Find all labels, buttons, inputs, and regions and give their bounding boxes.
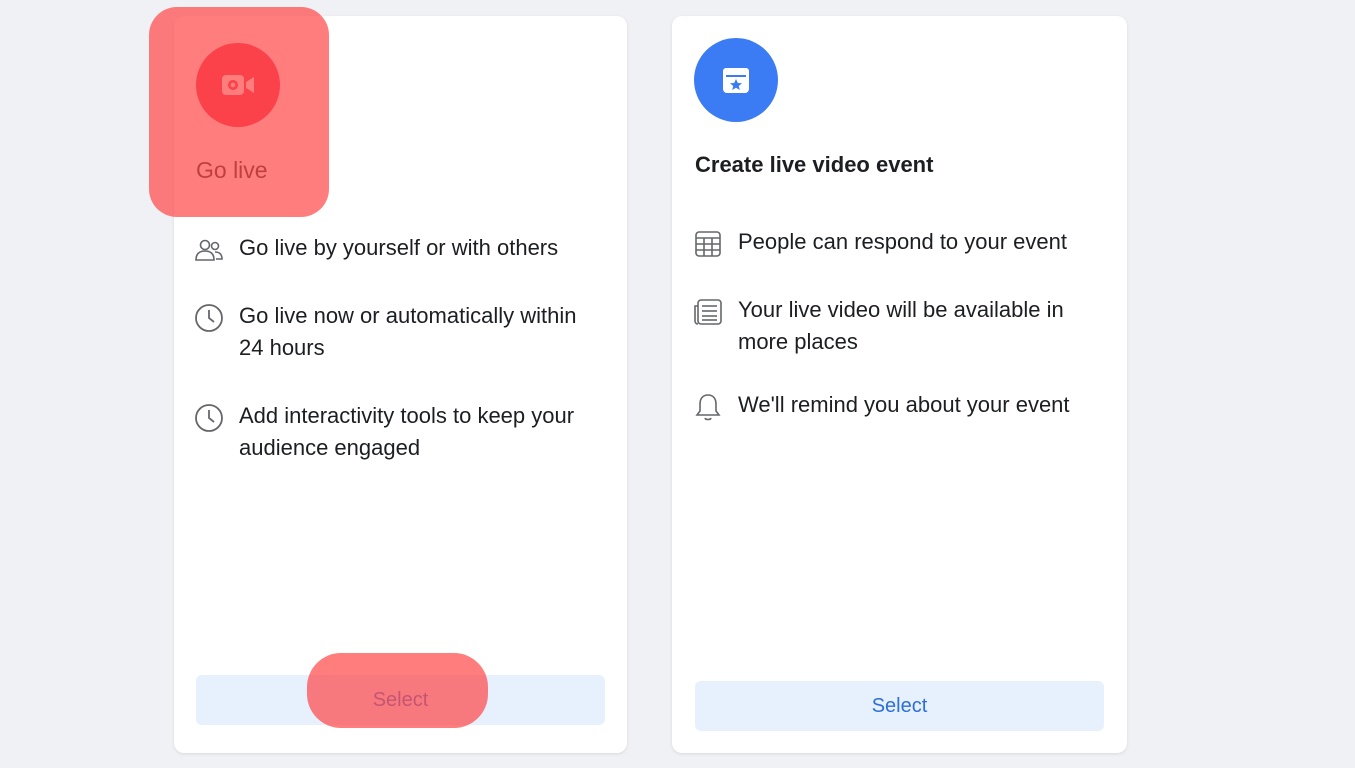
feature-text: Go live now or automatically within 24 h… <box>239 303 577 360</box>
clock-icon <box>194 303 224 333</box>
feature-text: Add interactivity tools to keep your aud… <box>239 403 575 460</box>
live-video-icon <box>196 43 280 127</box>
news-feed-icon <box>693 297 723 327</box>
feature-text: Your live video will be available in mor… <box>738 297 1064 354</box>
live-event-card[interactable]: Create live video event People can respo… <box>672 16 1127 753</box>
clock-icon <box>194 403 224 433</box>
people-icon <box>194 235 224 265</box>
feature-text: Go live by yourself or with others <box>239 235 559 260</box>
list-item: Add interactivity tools to keep your aud… <box>194 403 594 464</box>
go-live-select-button[interactable]: Select <box>196 675 605 725</box>
go-live-title: Go live <box>196 157 268 183</box>
calendar-star-icon <box>694 38 778 122</box>
live-event-select-button[interactable]: Select <box>695 681 1104 731</box>
list-item: Go live now or automatically within 24 h… <box>194 303 594 364</box>
list-item: People can respond to your event <box>693 229 1113 259</box>
list-item: Your live video will be available in mor… <box>693 297 1113 358</box>
list-item: Go live by yourself or with others <box>194 235 604 265</box>
bell-icon <box>693 392 723 422</box>
go-live-card[interactable]: Go live Go live by yourself or with othe… <box>174 16 627 753</box>
feature-text: People can respond to your event <box>738 229 1068 254</box>
list-item: We'll remind you about your event <box>693 392 1113 422</box>
live-event-title: Create live video event <box>695 152 934 177</box>
feature-text: We'll remind you about your event <box>738 392 1070 417</box>
calendar-grid-icon <box>693 229 723 259</box>
